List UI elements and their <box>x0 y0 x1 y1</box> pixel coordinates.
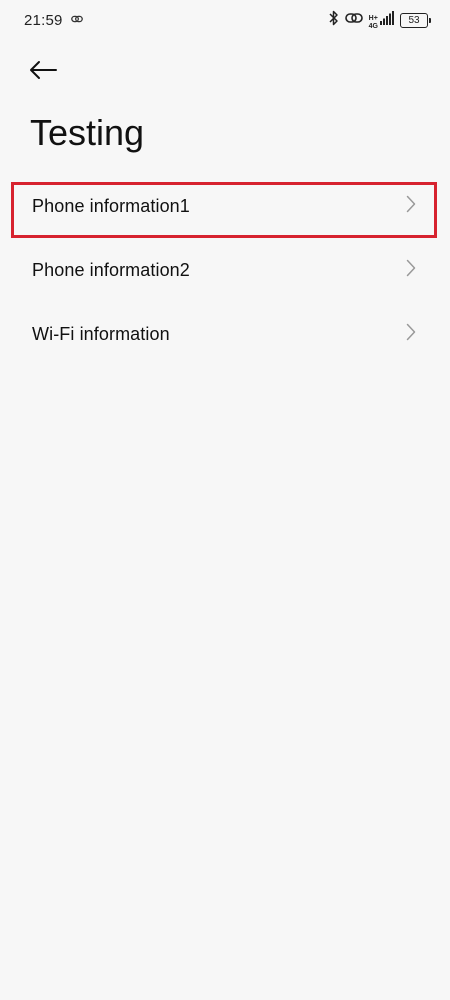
link-icon <box>70 11 83 29</box>
signal-icon <box>380 10 394 30</box>
menu-item-phone-information2[interactable]: Phone information2 <box>0 238 450 302</box>
network-indicator: H+ 4G <box>369 10 394 30</box>
menu-item-wifi-information[interactable]: Wi-Fi information <box>0 302 450 366</box>
back-arrow-icon <box>28 60 58 85</box>
page-title: Testing <box>30 112 145 153</box>
status-time: 21:59 <box>24 11 63 29</box>
battery-level: 53 <box>408 14 420 26</box>
link-icon <box>344 10 363 31</box>
chevron-right-icon <box>406 195 416 218</box>
network-type: H+ 4G <box>369 15 378 30</box>
status-bar: 21:59 H+ 4G 53 <box>0 0 450 40</box>
battery-icon: 53 <box>400 12 431 28</box>
menu-item-label: Phone information1 <box>32 195 190 216</box>
network-type-bottom: 4G <box>368 22 378 30</box>
bluetooth-icon <box>329 10 339 31</box>
network-type-top: H+ <box>368 14 378 22</box>
chevron-right-icon <box>406 323 416 346</box>
status-left: 21:59 <box>24 11 83 29</box>
menu-list: Phone information1 Phone information2 Wi… <box>0 174 450 366</box>
back-button[interactable] <box>28 56 68 88</box>
menu-item-label: Phone information2 <box>32 259 190 280</box>
menu-item-phone-information1[interactable]: Phone information1 <box>0 174 450 238</box>
status-right: H+ 4G 53 <box>329 10 431 31</box>
chevron-right-icon <box>406 259 416 282</box>
menu-item-label: Wi-Fi information <box>32 323 170 344</box>
